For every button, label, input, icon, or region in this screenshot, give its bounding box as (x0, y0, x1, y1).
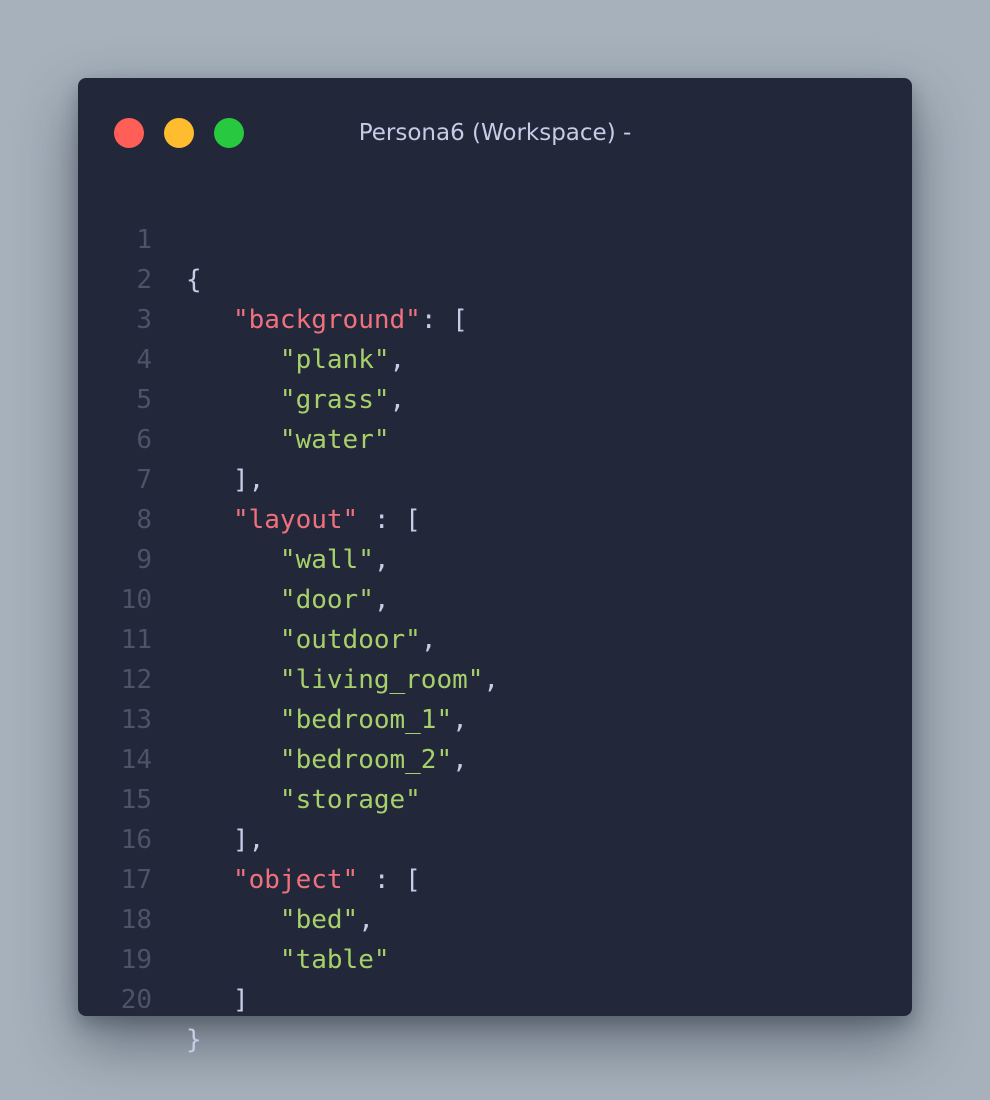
code-line: 15 ], (78, 740, 912, 855)
code-line: 13 "bedroom_2", (78, 660, 912, 775)
code-line: 16 "object" : [ (78, 780, 912, 895)
code-editor: 1 { 2 "background": [ 3 "plank", 4 "gras… (78, 180, 912, 1055)
code-line: 2 "background": [ (78, 220, 912, 335)
title-bar: Persona6 (Workspace) - (78, 78, 912, 188)
code-line: 7 "layout" : [ (78, 420, 912, 535)
code-line: 3 "plank", (78, 260, 912, 375)
code-line: 8 "wall", (78, 460, 912, 575)
code-line: 18 "table" (78, 860, 912, 975)
code-line: 1 { (78, 180, 912, 295)
code-line: 11 "living_room", (78, 580, 912, 695)
line-number: 20 (120, 985, 152, 1015)
window-title: Persona6 (Workspace) - (358, 120, 632, 146)
code-line: 19 ] (78, 900, 912, 1015)
code-line: 12 "bedroom_1", (78, 620, 912, 735)
code-line: 17 "bed", (78, 820, 912, 935)
close-brace: } (186, 1025, 202, 1055)
code-line: 9 "door", (78, 500, 912, 615)
code-line: 14 "storage" (78, 700, 912, 815)
code-line: 6 ], (78, 380, 912, 495)
code-window: Persona6 (Workspace) - 1 { 2 "background… (78, 78, 912, 1055)
code-line: 5 "water" (78, 340, 912, 455)
code-line: 4 "grass", (78, 300, 912, 415)
code-line: 10 "outdoor", (78, 540, 912, 655)
close-bracket: ] (232, 985, 249, 1015)
code-line: 20 } (78, 940, 912, 1055)
